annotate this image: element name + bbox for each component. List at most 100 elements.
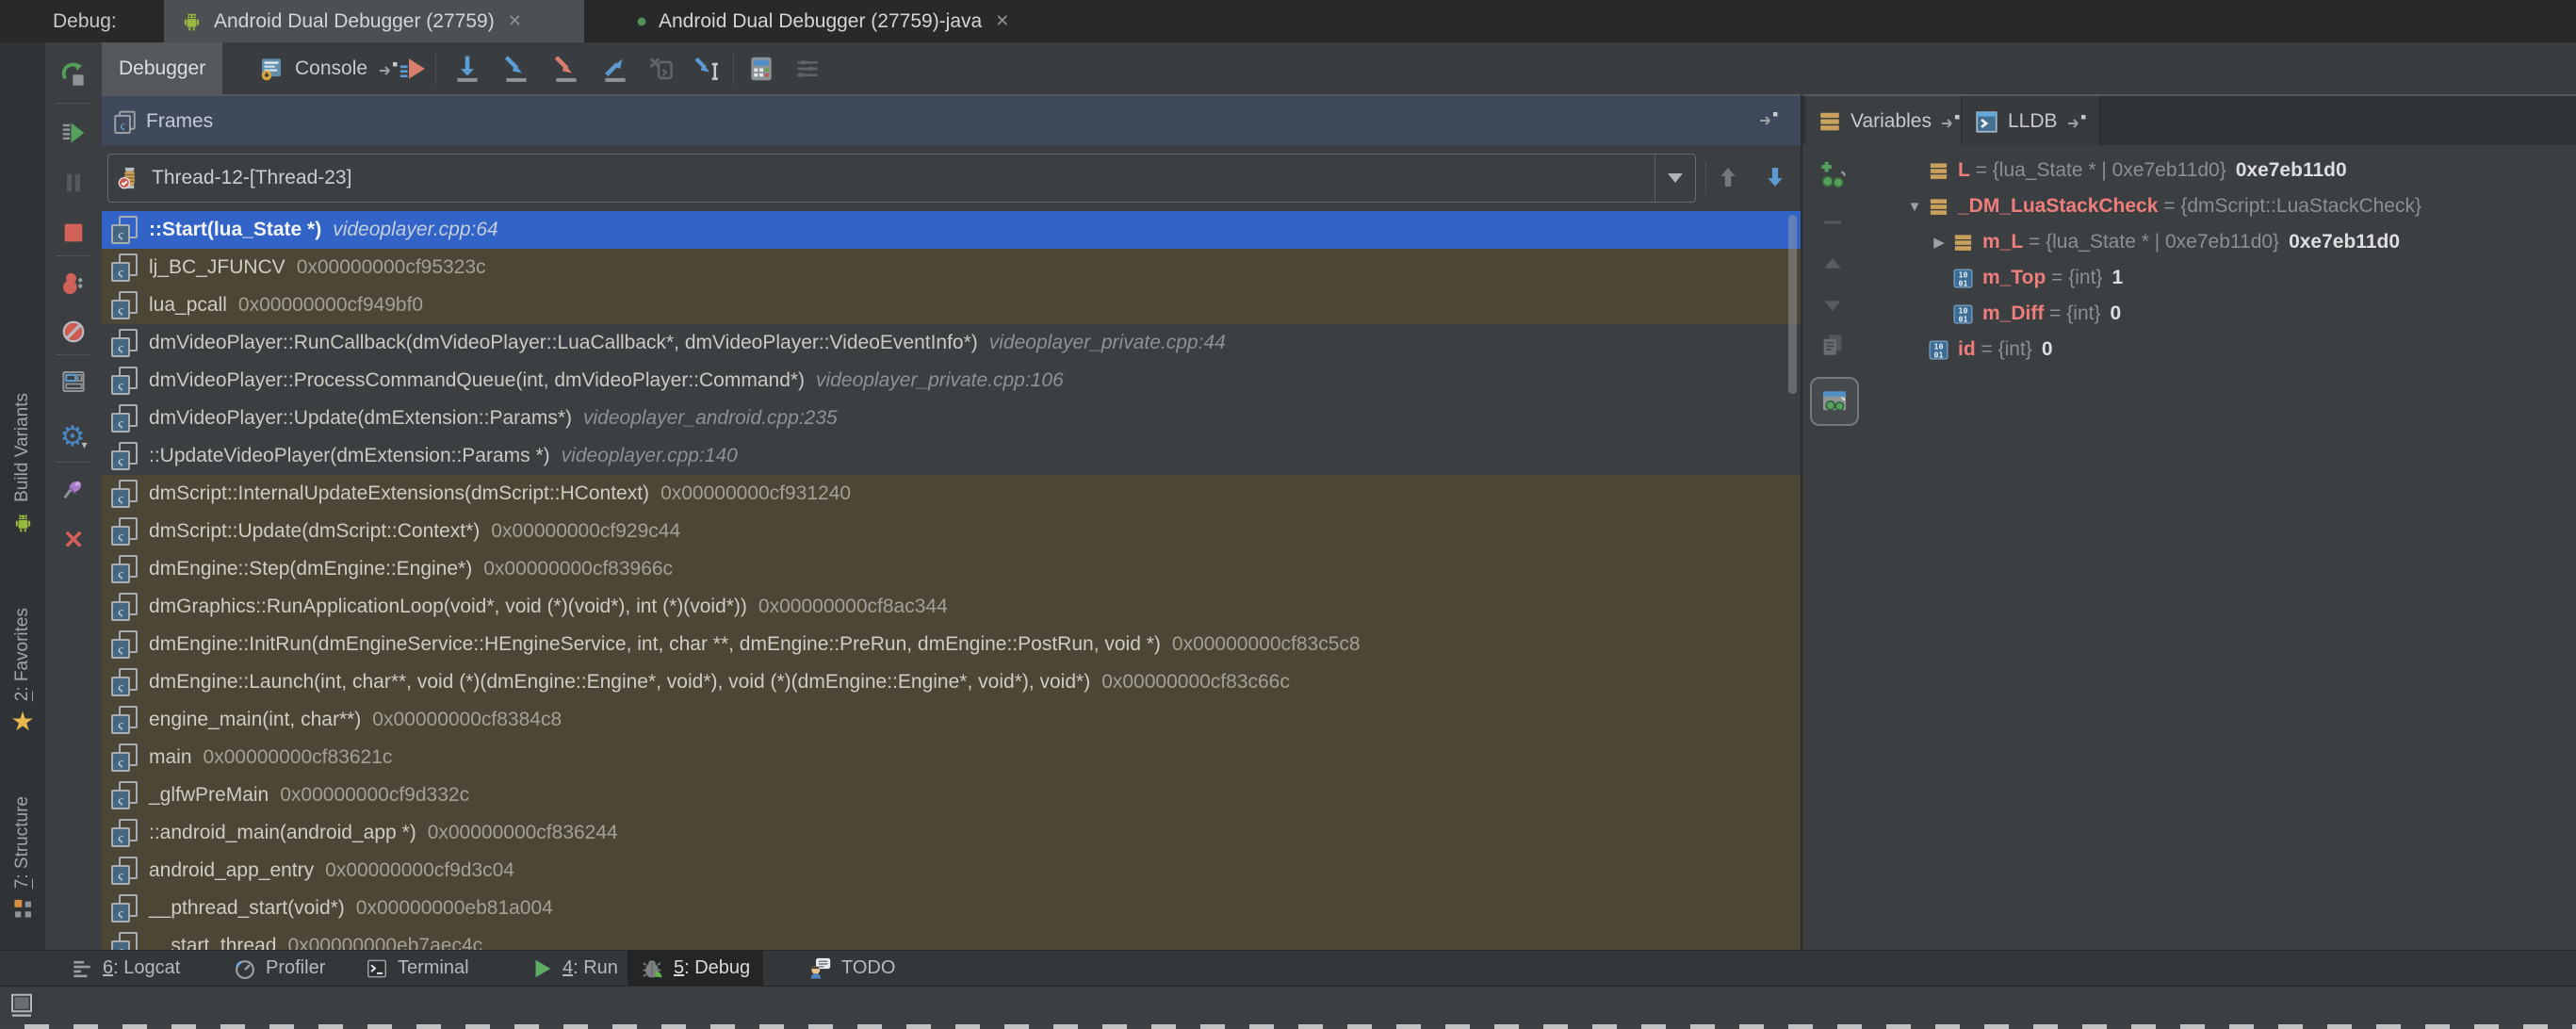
restore-layout-button[interactable] [57,367,90,397]
add-watch-button[interactable] [1816,158,1850,192]
toolwindow-button-profiler[interactable]: Profiler [220,951,338,986]
logcat-icon [70,956,94,981]
stack-frame-row[interactable]: ςmain0x00000000cf83621c [102,739,1802,776]
rerun-button[interactable] [57,60,90,90]
frame-location: 0x00000000eb81a004 [356,897,553,920]
variables-tree[interactable]: L = {lua_State * | 0xe7eb11d0}0xe7eb11d0… [1861,145,2576,950]
variable-row[interactable]: 1001m_Top = {int}1 [1927,260,2123,296]
toolbar-separator [1705,162,1706,194]
stack-frame-row[interactable]: ς::UpdateVideoPlayer(dmExtension::Params… [102,437,1802,475]
stack-frames-list[interactable]: ς::Start(lua_State *)videoplayer.cpp:64ς… [102,211,1802,950]
stack-frame-row[interactable]: ςengine_main(int, char**)0x00000000cf838… [102,701,1802,739]
close-icon[interactable]: ✕ [995,11,1009,31]
toolwindow-button-debug[interactable]: 5: Debug [628,951,763,986]
show-watches-button[interactable] [1810,377,1859,426]
stack-frame-icon: ς [111,893,138,923]
stack-frame-row[interactable]: ς_glfwPreMain0x00000000cf9d332c [102,776,1802,814]
force-step-into-button[interactable] [547,50,585,88]
stack-frame-row[interactable]: ς __pthread_start(void*) 0x00000000eb81a00… [102,890,1802,927]
sidebar-item-favorites[interactable]: 2: Favorites★ [0,608,45,736]
toolwindow-button-logcat[interactable]: 6: Logcat [57,951,193,986]
stop-button[interactable] [57,218,90,248]
drop-frame-button[interactable] [643,50,680,88]
stack-frame-row[interactable]: ςlua_pcall0x00000000cf949bf0 [102,286,1802,324]
stack-frame-row[interactable]: ςdmVideoPlayer::ProcessCommandQueue(int,… [102,362,1802,400]
frame-location: 0x00000000cf9d3c04 [325,859,514,882]
run-to-cursor-button[interactable] [689,50,726,88]
sidebar-item-structure[interactable]: 7: Structure [0,796,45,927]
tab-debugger[interactable]: Debugger [102,42,222,94]
evaluate-expression-button[interactable] [742,50,780,88]
previous-frame-button[interactable] [1715,164,1741,196]
next-frame-button[interactable] [1762,164,1788,196]
stack-frame-row[interactable]: ςdmVideoPlayer::RunCallback(dmVideoPlaye… [102,324,1802,362]
toolbar-separator [57,462,90,463]
primitive-icon: 1001 [1951,267,1975,290]
stack-frame-row[interactable]: ςdmVideoPlayer::Update(dmExtension::Para… [102,400,1802,437]
view-breakpoints-button[interactable] [57,269,90,299]
stack-frame-row[interactable]: ς::Start(lua_State *)videoplayer.cpp:64 [102,211,1802,249]
stack-frame-row[interactable]: ςdmScript::Update(dmScript::Context*)0x0… [102,513,1802,550]
frame-location: 0x00000000eb7aec4c [287,935,482,950]
stack-frame-row[interactable]: ςdmScript::InternalUpdateExtensions(dmSc… [102,475,1802,513]
step-out-button[interactable] [596,50,634,88]
show-execution-point-button[interactable] [395,50,432,88]
stack-frame-row[interactable]: ςdmEngine::Launch(int, char**, void (*)(… [102,663,1802,701]
debug-session-tab-label: Android Dual Debugger (27759)-java [659,10,982,33]
customize-view-button[interactable] [789,50,826,88]
move-watch-up-button[interactable] [1816,247,1850,281]
toolwindow-toggle-icon[interactable] [8,991,36,1020]
stack-frame-row[interactable]: ςandroid_app_entry0x00000000cf9d3c04 [102,852,1802,890]
stack-frame-row[interactable]: ς::android_main(android_app *)0x00000000… [102,814,1802,852]
expander-expanded-icon[interactable]: ▼ [1902,199,1927,215]
debug-session-tab[interactable]: Android Dual Debugger (27759)-java ✕ [619,0,1065,42]
resume-button[interactable] [57,118,90,148]
debug-session-tab[interactable]: Android Dual Debugger (27759)✕ [164,0,584,42]
pause-button[interactable] [57,168,90,198]
move-watch-down-button[interactable] [1816,288,1850,322]
equals-sign: = [2044,302,2066,325]
pin-button[interactable] [57,474,90,504]
frame-function: __pthread_start(void*) [149,897,345,920]
step-over-button[interactable] [448,50,486,88]
toolwindow-button-label: 6: Logcat [103,957,180,979]
toolwindow-button-todo[interactable]: TODO [794,951,908,986]
frame-location: 0x00000000cf83c66c [1101,671,1290,694]
stack-frame-row[interactable]: ςlj_BC_JFUNCV0x00000000cf95323c [102,249,1802,286]
tab-variables[interactable]: Variables [1805,96,1973,147]
toolwindow-button-run[interactable]: 4: Run [516,951,631,986]
tab-lldb[interactable]: LLDB [1961,96,2100,147]
tab-console[interactable]: Console [240,42,416,94]
frame-function: main [149,746,192,769]
duplicate-watch-button[interactable] [1816,328,1850,362]
thread-dropdown-button[interactable] [1655,155,1695,202]
frames-scrollbar[interactable] [1788,215,1797,394]
stack-frame-row[interactable]: ςdmEngine::Step(dmEngine::Engine*)0x0000… [102,550,1802,588]
stack-frame-row[interactable]: ςdmGraphics::RunApplicationLoop(void*, v… [102,588,1802,626]
primitive-icon: 1001 [1951,302,1975,326]
toolwindow-button-label: Profiler [266,957,325,979]
mute-breakpoints-button[interactable] [57,317,90,347]
expander-collapsed-icon[interactable]: ▶ [1927,234,1951,251]
variable-row[interactable]: ▼_DM_LuaStackCheck = {dmScript::LuaStack… [1902,188,2421,224]
stack-frame-row[interactable]: ςdmEngine::InitRun(dmEngineService::HEng… [102,626,1802,663]
primitive-icon: 1001 [1927,338,1950,362]
toolwindow-button-terminal[interactable]: Terminal [351,951,482,986]
stack-frame-icon: ς [111,441,138,471]
frame-location: videoplayer.cpp:64 [333,219,498,241]
remove-watch-button[interactable] [1816,205,1850,239]
close-button[interactable]: ✕ [57,525,90,555]
sidebar-item-build-variants[interactable]: Build Variants [0,393,45,541]
debugger-toolbar: Debugger Console [102,42,2576,96]
variable-row[interactable]: ▶m_L = {lua_State * | 0xe7eb11d0}0xe7eb1… [1927,224,2400,260]
variable-row[interactable]: L = {lua_State * | 0xe7eb11d0}0xe7eb11d0 [1902,153,2347,188]
pin-icon [60,476,87,502]
tab-options-arrow-icon[interactable] [1757,109,1780,134]
variable-row[interactable]: 1001m_Diff = {int}0 [1927,296,2121,332]
settings-button[interactable]: ⚙▾ [57,422,90,452]
close-icon[interactable]: ✕ [508,11,522,31]
variable-row[interactable]: 1001id = {int}0 [1902,332,2053,368]
step-into-button[interactable] [497,50,535,88]
thread-selector[interactable]: Thread-12-[Thread-23] [107,154,1696,203]
stack-frame-row[interactable]: ς__start_thread0x00000000eb7aec4c [102,927,1802,950]
